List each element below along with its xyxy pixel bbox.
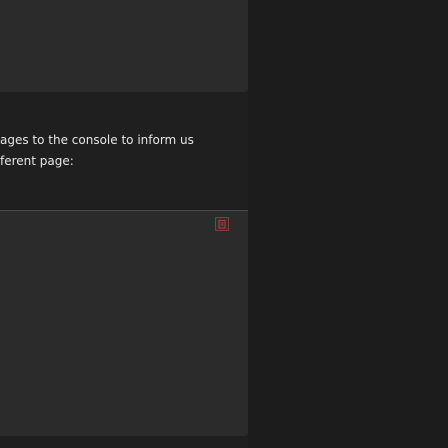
- right-sidebar: [248, 0, 448, 448]
- code-block: [0, 210, 248, 436]
- paragraph-line: ferent page:: [0, 154, 74, 168]
- copy-code-button[interactable]: [215, 217, 229, 231]
- copy-icon: [218, 219, 227, 229]
- previous-code-block: [0, 0, 248, 92]
- paragraph-line: ages to the console to inform us: [0, 133, 194, 147]
- article-paragraph: ages to the console to inform us ferent …: [0, 130, 248, 172]
